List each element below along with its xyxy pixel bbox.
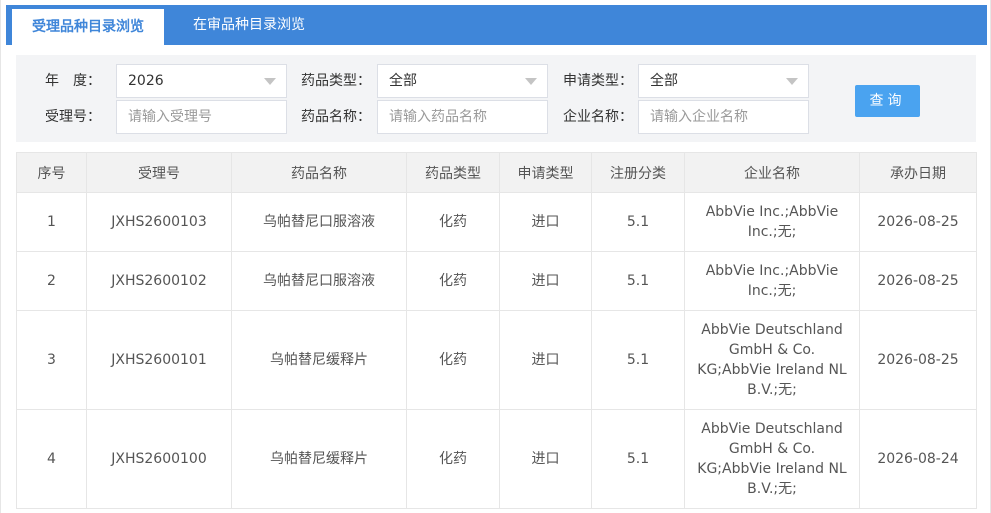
header-drug-name: 药品名称 [231,152,407,193]
filter-panel: 年 度： 2026 药品类型： 全部 申请类型： 全部 受理号： 请输入受理号 … [16,55,976,142]
cell-accept-no: JXHS2600102 [86,251,232,311]
cell-apply-type: 进口 [499,310,592,410]
accept-no-label: 受理号： [45,109,101,125]
table-row[interactable]: 2 JXHS2600102 乌帕替尼口服溶液 化药 进口 5.1 AbbVie … [16,251,977,311]
cell-drug-name: 乌帕替尼缓释片 [231,409,407,509]
cell-company: AbbVie Deutschland GmbH & Co. KG;AbbVie … [684,310,860,410]
drug-type-value: 全部 [389,73,417,89]
company-input[interactable]: 请输入企业名称 [638,100,809,134]
drug-type-label: 药品类型： [301,73,371,89]
cell-accept-no: JXHS2600103 [86,192,232,252]
header-no: 序号 [16,152,87,193]
table-row[interactable]: 4 JXHS2600100 乌帕替尼缓释片 化药 进口 5.1 AbbVie D… [16,409,977,509]
cell-drug-name: 乌帕替尼口服溶液 [231,251,407,311]
page-frame: 受理品种目录浏览 在审品种目录浏览 年 度： 2026 药品类型： 全部 申请类… [0,0,991,513]
tab-bar: 受理品种目录浏览 在审品种目录浏览 [6,5,987,45]
chevron-down-icon [786,78,798,85]
cell-accept-no: JXHS2600101 [86,310,232,410]
header-date: 承办日期 [859,152,977,193]
cell-company: AbbVie Deutschland GmbH & Co. KG;AbbVie … [684,409,860,509]
cell-apply-type: 进口 [499,251,592,311]
year-label: 年 度： [45,73,101,89]
cell-date: 2026-08-25 [859,310,977,410]
cell-reg-class: 5.1 [591,251,685,311]
table-row[interactable]: 3 JXHS2600101 乌帕替尼缓释片 化药 进口 5.1 AbbVie D… [16,310,977,410]
cell-company: AbbVie Inc.;AbbVie Inc.;无; [684,192,860,252]
cell-company: AbbVie Inc.;AbbVie Inc.;无; [684,251,860,311]
apply-type-select[interactable]: 全部 [638,64,809,98]
cell-drug-type: 化药 [406,192,500,252]
drug-type-select[interactable]: 全部 [377,64,548,98]
header-company: 企业名称 [684,152,860,193]
cell-no: 3 [16,310,87,410]
header-reg-class: 注册分类 [591,152,685,193]
cell-reg-class: 5.1 [591,409,685,509]
drug-name-input[interactable]: 请输入药品名称 [377,100,548,134]
table-header-row: 序号 受理号 药品名称 药品类型 申请类型 注册分类 企业名称 承办日期 [16,152,977,193]
tab-under-review-catalog[interactable]: 在审品种目录浏览 [164,5,334,45]
header-drug-type: 药品类型 [406,152,500,193]
cell-accept-no: JXHS2600100 [86,409,232,509]
cell-reg-class: 5.1 [591,192,685,252]
cell-apply-type: 进口 [499,192,592,252]
apply-type-value: 全部 [650,73,678,89]
cell-drug-name: 乌帕替尼口服溶液 [231,192,407,252]
year-select[interactable]: 2026 [116,64,287,98]
chevron-down-icon [264,78,276,85]
cell-reg-class: 5.1 [591,310,685,410]
results-table: 序号 受理号 药品名称 药品类型 申请类型 注册分类 企业名称 承办日期 1 J… [16,152,977,509]
chevron-down-icon [525,78,537,85]
cell-date: 2026-08-25 [859,251,977,311]
apply-type-label: 申请类型： [563,73,633,89]
cell-no: 2 [16,251,87,311]
drug-name-label: 药品名称： [301,109,371,125]
header-accept-no: 受理号 [86,152,232,193]
cell-apply-type: 进口 [499,409,592,509]
cell-date: 2026-08-24 [859,409,977,509]
header-apply-type: 申请类型 [499,152,592,193]
table-row[interactable]: 1 JXHS2600103 乌帕替尼口服溶液 化药 进口 5.1 AbbVie … [16,192,977,252]
tab-accepted-catalog[interactable]: 受理品种目录浏览 [12,9,164,45]
company-label: 企业名称： [563,109,633,125]
accept-no-input[interactable]: 请输入受理号 [116,100,287,134]
cell-no: 4 [16,409,87,509]
cell-drug-type: 化药 [406,409,500,509]
cell-date: 2026-08-25 [859,192,977,252]
cell-no: 1 [16,192,87,252]
query-button[interactable]: 查询 [855,85,920,117]
cell-drug-type: 化药 [406,310,500,410]
cell-drug-type: 化药 [406,251,500,311]
year-value: 2026 [128,73,164,89]
cell-drug-name: 乌帕替尼缓释片 [231,310,407,410]
